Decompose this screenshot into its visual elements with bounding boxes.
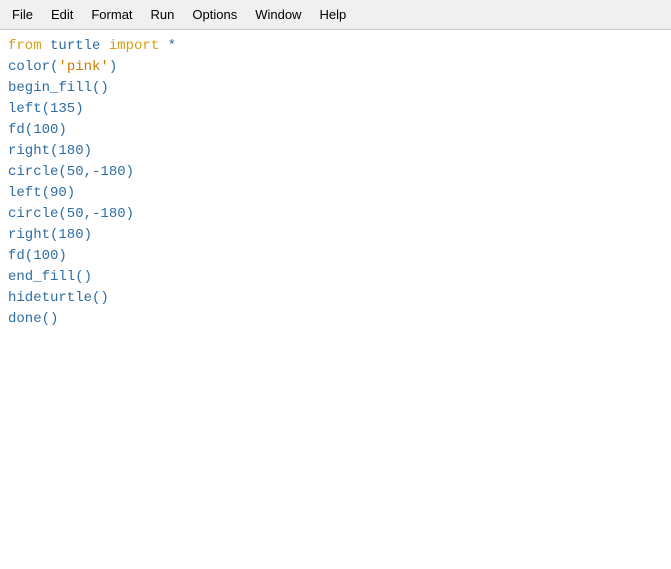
- code-line-5: fd(100): [8, 120, 663, 141]
- code-line-2: color('pink'): [8, 57, 663, 78]
- menu-run[interactable]: Run: [143, 3, 183, 26]
- code-line-7: circle(50,-180): [8, 162, 663, 183]
- code-line-11: fd(100): [8, 246, 663, 267]
- code-line-14: done(): [8, 309, 663, 330]
- code-line-6: right(180): [8, 141, 663, 162]
- code-line-10: right(180): [8, 225, 663, 246]
- code-line-3: begin_fill(): [8, 78, 663, 99]
- code-line-13: hideturtle(): [8, 288, 663, 309]
- menu-help[interactable]: Help: [311, 3, 354, 26]
- menu-edit[interactable]: Edit: [43, 3, 81, 26]
- menu-window[interactable]: Window: [247, 3, 309, 26]
- menu-options[interactable]: Options: [184, 3, 245, 26]
- code-line-8: left(90): [8, 183, 663, 204]
- menu-format[interactable]: Format: [83, 3, 140, 26]
- code-line-1: from turtle import *: [8, 36, 663, 57]
- menu-file[interactable]: File: [4, 3, 41, 26]
- code-editor[interactable]: from turtle import * color('pink') begin…: [0, 30, 671, 569]
- code-line-9: circle(50,-180): [8, 204, 663, 225]
- menubar: File Edit Format Run Options Window Help: [0, 0, 671, 30]
- code-line-12: end_fill(): [8, 267, 663, 288]
- code-line-4: left(135): [8, 99, 663, 120]
